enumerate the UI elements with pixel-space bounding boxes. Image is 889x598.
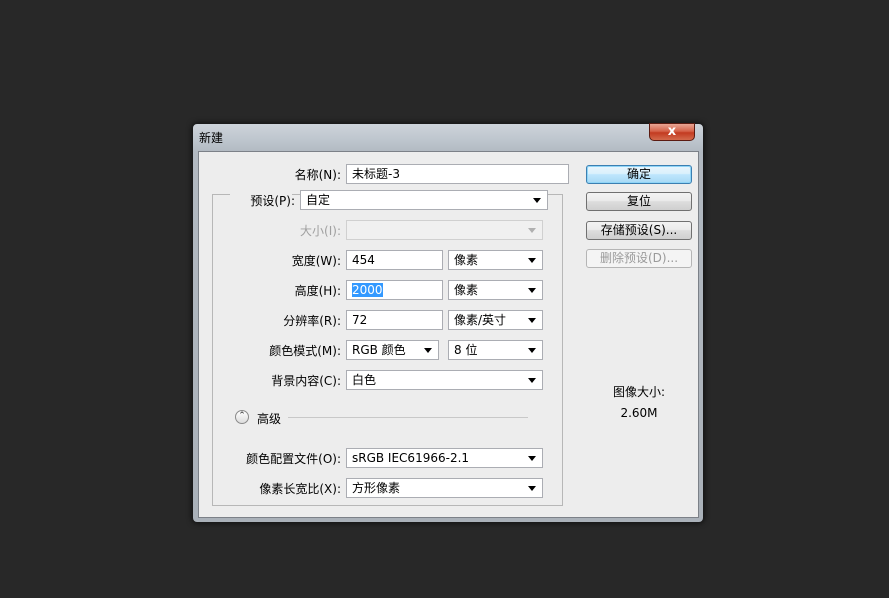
delete-preset-button[interactable]: 删除预设(D)... (586, 249, 692, 268)
height-input[interactable]: 2000 (346, 280, 443, 300)
advanced-label: 高级 (257, 412, 282, 426)
width-unit-value: 像素 (454, 253, 479, 267)
resolution-unit-value: 像素/英寸 (454, 313, 507, 327)
dropdown-arrow-icon (528, 318, 536, 323)
advanced-toggle-icon[interactable]: ⌃ (235, 410, 249, 424)
color-mode-select[interactable]: RGB 颜色 (346, 340, 439, 360)
advanced-divider (288, 417, 528, 418)
resolution-label: 分辨率(R): (283, 314, 341, 328)
new-document-dialog: 新建 x 名称(N): 未标题-3 预设(P): 自定 大小(I): 宽度(W)… (192, 123, 704, 523)
height-value: 2000 (352, 283, 383, 297)
size-select[interactable] (346, 220, 543, 240)
background-select[interactable]: 白色 (346, 370, 543, 390)
dropdown-arrow-icon (528, 288, 536, 293)
color-mode-value: RGB 颜色 (352, 343, 406, 357)
image-size-value: 2.60M (620, 406, 658, 420)
background-label: 背景内容(C): (271, 374, 341, 388)
preset-label: 预设(P): (250, 194, 295, 208)
color-profile-value: sRGB IEC61966-2.1 (352, 451, 470, 465)
resolution-unit-select[interactable]: 像素/英寸 (448, 310, 543, 330)
dropdown-arrow-icon (528, 378, 536, 383)
width-label: 宽度(W): (291, 254, 341, 268)
bit-depth-select[interactable]: 8 位 (448, 340, 543, 360)
width-input[interactable]: 454 (346, 250, 443, 270)
dropdown-arrow-icon (528, 456, 536, 461)
image-size-label: 图像大小: (612, 385, 666, 399)
dropdown-arrow-icon (528, 348, 536, 353)
close-icon: x (667, 124, 677, 139)
height-label: 高度(H): (294, 284, 341, 298)
dropdown-arrow-icon (528, 258, 536, 263)
resolution-input[interactable]: 72 (346, 310, 443, 330)
size-label: 大小(I): (300, 224, 341, 238)
close-button[interactable]: x (649, 123, 695, 141)
name-label: 名称(N): (294, 168, 341, 182)
name-input[interactable]: 未标题-3 (346, 164, 569, 184)
preset-value: 自定 (306, 193, 331, 207)
save-preset-button[interactable]: 存储预设(S)... (586, 221, 692, 240)
height-unit-select[interactable]: 像素 (448, 280, 543, 300)
width-unit-select[interactable]: 像素 (448, 250, 543, 270)
background-value: 白色 (352, 373, 377, 387)
bit-depth-value: 8 位 (454, 343, 478, 357)
height-unit-value: 像素 (454, 283, 479, 297)
color-profile-select[interactable]: sRGB IEC61966-2.1 (346, 448, 543, 468)
pixel-aspect-value: 方形像素 (352, 481, 401, 495)
dialog-body: 名称(N): 未标题-3 预设(P): 自定 大小(I): 宽度(W): 454… (198, 151, 699, 518)
color-mode-label: 颜色模式(M): (269, 344, 341, 358)
dropdown-arrow-icon (528, 228, 536, 233)
dialog-title: 新建 (199, 131, 224, 145)
reset-button[interactable]: 复位 (586, 192, 692, 211)
dropdown-arrow-icon (424, 348, 432, 353)
dropdown-arrow-icon (528, 486, 536, 491)
preset-select[interactable]: 自定 (300, 190, 548, 210)
color-profile-label: 颜色配置文件(O): (246, 452, 341, 466)
dropdown-arrow-icon (533, 198, 541, 203)
pixel-aspect-label: 像素长宽比(X): (259, 482, 341, 496)
pixel-aspect-select[interactable]: 方形像素 (346, 478, 543, 498)
ok-button[interactable]: 确定 (586, 165, 692, 184)
